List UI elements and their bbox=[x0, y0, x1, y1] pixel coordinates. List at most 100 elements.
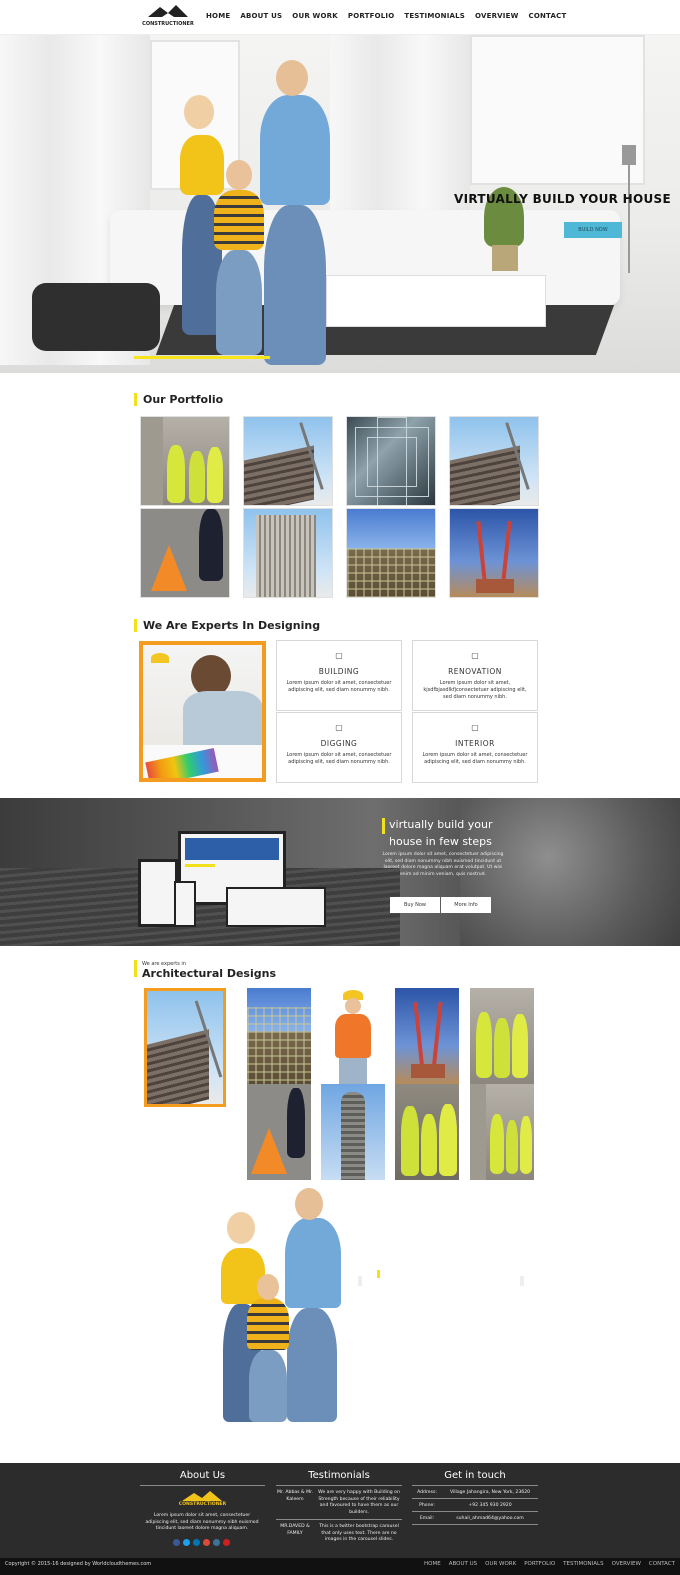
portfolio-item[interactable] bbox=[140, 508, 230, 598]
boy-jeans bbox=[249, 1350, 287, 1422]
nav-our-work[interactable]: OUR WORK bbox=[292, 12, 338, 20]
experts-heading: We Are Experts In Designing bbox=[134, 619, 320, 632]
worker-figure bbox=[476, 1012, 492, 1078]
tower-leg bbox=[413, 1001, 425, 1073]
copyright-text: Copyright © 2015-16 designed by Worldclo… bbox=[5, 1561, 152, 1567]
lamp-image bbox=[622, 145, 636, 165]
promo-title-line2: house in few steps bbox=[389, 835, 492, 848]
architectural-item[interactable] bbox=[247, 1084, 311, 1180]
worker-figure bbox=[207, 447, 223, 503]
footer-divider bbox=[276, 1485, 402, 1486]
tower-base bbox=[411, 1064, 445, 1078]
footer-nav-about-us[interactable]: ABOUT US bbox=[449, 1561, 477, 1567]
architectural-item[interactable] bbox=[395, 1084, 459, 1180]
scaffolding-lines bbox=[347, 547, 435, 597]
logo-text: CONSTRUCTIONER bbox=[142, 21, 194, 27]
buy-now-button[interactable]: Buy Now bbox=[390, 897, 440, 913]
nav-contact[interactable]: CONTACT bbox=[529, 12, 567, 20]
footer-nav-testimonials[interactable]: TESTIMONIALS bbox=[563, 1561, 603, 1567]
contact-email[interactable]: suhail_ahmad64@yahoo.com bbox=[442, 1516, 538, 1523]
contact-phone: +92 345 930 2920 bbox=[468, 1503, 512, 1508]
footer-nav-portfolio[interactable]: PORTFOLIO bbox=[524, 1561, 555, 1567]
architectural-item[interactable] bbox=[470, 1084, 534, 1180]
testimonial-quote: This is a twitter bootstrap carousel tha… bbox=[319, 1524, 399, 1542]
feature-renovation[interactable]: ▢ RENOVATION Lorem ipsum dolor sit amet,… bbox=[412, 640, 538, 711]
footer-divider bbox=[276, 1519, 402, 1520]
father-jeans bbox=[287, 1308, 337, 1422]
portfolio-item[interactable] bbox=[140, 416, 230, 506]
architectural-item[interactable] bbox=[247, 988, 311, 1084]
build-now-button[interactable]: BUILD NOW bbox=[564, 222, 622, 238]
nav-testimonials[interactable]: TESTIMONIALS bbox=[404, 12, 465, 20]
feature-interior[interactable]: ▢ INTERIOR Lorem ipsum dolor sit amet, c… bbox=[412, 712, 538, 783]
footer-nav-contact[interactable]: CONTACT bbox=[649, 1561, 675, 1567]
nav-overview[interactable]: OVERVIEW bbox=[475, 12, 518, 20]
building-icon: ▢ bbox=[335, 651, 343, 660]
footer-divider bbox=[412, 1485, 538, 1486]
hero-slider: VIRTUALLY BUILD YOUR HOUSE BUILD NOW bbox=[0, 35, 680, 373]
contact-label: Email: bbox=[419, 1516, 435, 1521]
architectural-item[interactable] bbox=[321, 988, 385, 1084]
worker-head bbox=[345, 998, 361, 1014]
mother-head bbox=[184, 95, 214, 129]
portfolio-title: Our Portfolio bbox=[143, 393, 224, 406]
interior-icon: ▢ bbox=[471, 723, 479, 732]
twitter-icon[interactable] bbox=[183, 1539, 190, 1546]
lamp-pole bbox=[628, 163, 630, 273]
footer-nav-our-work[interactable]: OUR WORK bbox=[485, 1561, 516, 1567]
skyscraper-shape bbox=[256, 515, 316, 597]
mother-shirt bbox=[221, 1248, 265, 1304]
traffic-cone-shape bbox=[251, 1128, 287, 1174]
footer-logo-roof-icon bbox=[182, 1491, 222, 1501]
safety-vest bbox=[335, 1014, 371, 1058]
portfolio-item[interactable] bbox=[449, 508, 539, 598]
boy-jeans bbox=[216, 250, 262, 355]
youtube-icon[interactable] bbox=[223, 1539, 230, 1546]
footer-nav-overview[interactable]: OVERVIEW bbox=[612, 1561, 641, 1567]
carousel-next-arrow[interactable] bbox=[520, 1276, 524, 1286]
more-info-button[interactable]: More Info bbox=[441, 897, 491, 913]
worker-figure bbox=[421, 1114, 437, 1176]
facebook-icon[interactable] bbox=[173, 1539, 180, 1546]
hero-slide-progress bbox=[134, 356, 270, 359]
footer-testimonials-title: Testimonials bbox=[308, 1470, 370, 1481]
worker-figure bbox=[512, 1014, 528, 1078]
instagram-icon[interactable] bbox=[213, 1539, 220, 1546]
portfolio-item[interactable] bbox=[346, 508, 436, 598]
scaffolding-lines bbox=[247, 1007, 311, 1084]
glass-frame bbox=[377, 417, 407, 505]
nav-portfolio[interactable]: PORTFOLIO bbox=[348, 12, 394, 20]
feature-title: DIGGING bbox=[320, 739, 358, 748]
feature-digging[interactable]: ▢ DIGGING Lorem ipsum dolor sit amet, co… bbox=[276, 712, 402, 783]
portfolio-item[interactable] bbox=[243, 416, 333, 506]
experts-title: We Are Experts In Designing bbox=[143, 619, 321, 632]
worker-figure bbox=[167, 445, 185, 503]
renovation-icon: ▢ bbox=[471, 651, 479, 660]
nav-about-us[interactable]: ABOUT US bbox=[240, 12, 282, 20]
worker-figure bbox=[520, 1116, 532, 1174]
architectural-item[interactable] bbox=[470, 988, 534, 1084]
tower-shape bbox=[341, 1092, 365, 1180]
architectural-item[interactable] bbox=[321, 1084, 385, 1180]
carousel-prev-arrow[interactable] bbox=[358, 1276, 362, 1286]
footer-about-text: Lorem ipsum dolor sit amet, consectetuer… bbox=[145, 1513, 259, 1531]
promo-title: virtually build your house in few steps bbox=[382, 816, 510, 850]
architectural-item[interactable] bbox=[395, 988, 459, 1084]
footer-nav-home[interactable]: HOME bbox=[424, 1561, 441, 1567]
house-roof-icon bbox=[148, 5, 188, 17]
portfolio-item[interactable] bbox=[449, 416, 539, 506]
mother-head bbox=[227, 1212, 255, 1244]
portfolio-item[interactable] bbox=[346, 416, 436, 506]
nav-home[interactable]: HOME bbox=[206, 12, 230, 20]
footer-contact-title: Get in touch bbox=[444, 1470, 506, 1481]
feature-text: Lorem ipsum dolor sit amet, kjsdfbjasdlk… bbox=[423, 680, 527, 700]
portfolio-item[interactable] bbox=[243, 508, 333, 598]
feature-building[interactable]: ▢ BUILDING Lorem ipsum dolor sit amet, c… bbox=[276, 640, 402, 711]
linkedin-icon[interactable] bbox=[193, 1539, 200, 1546]
google-plus-icon[interactable] bbox=[203, 1539, 210, 1546]
architectural-featured-image[interactable] bbox=[144, 988, 226, 1107]
feature-title: INTERIOR bbox=[455, 739, 495, 748]
feature-title: BUILDING bbox=[318, 667, 360, 676]
site-logo[interactable]: CONSTRUCTIONER bbox=[140, 3, 196, 31]
building-shape bbox=[450, 445, 520, 505]
